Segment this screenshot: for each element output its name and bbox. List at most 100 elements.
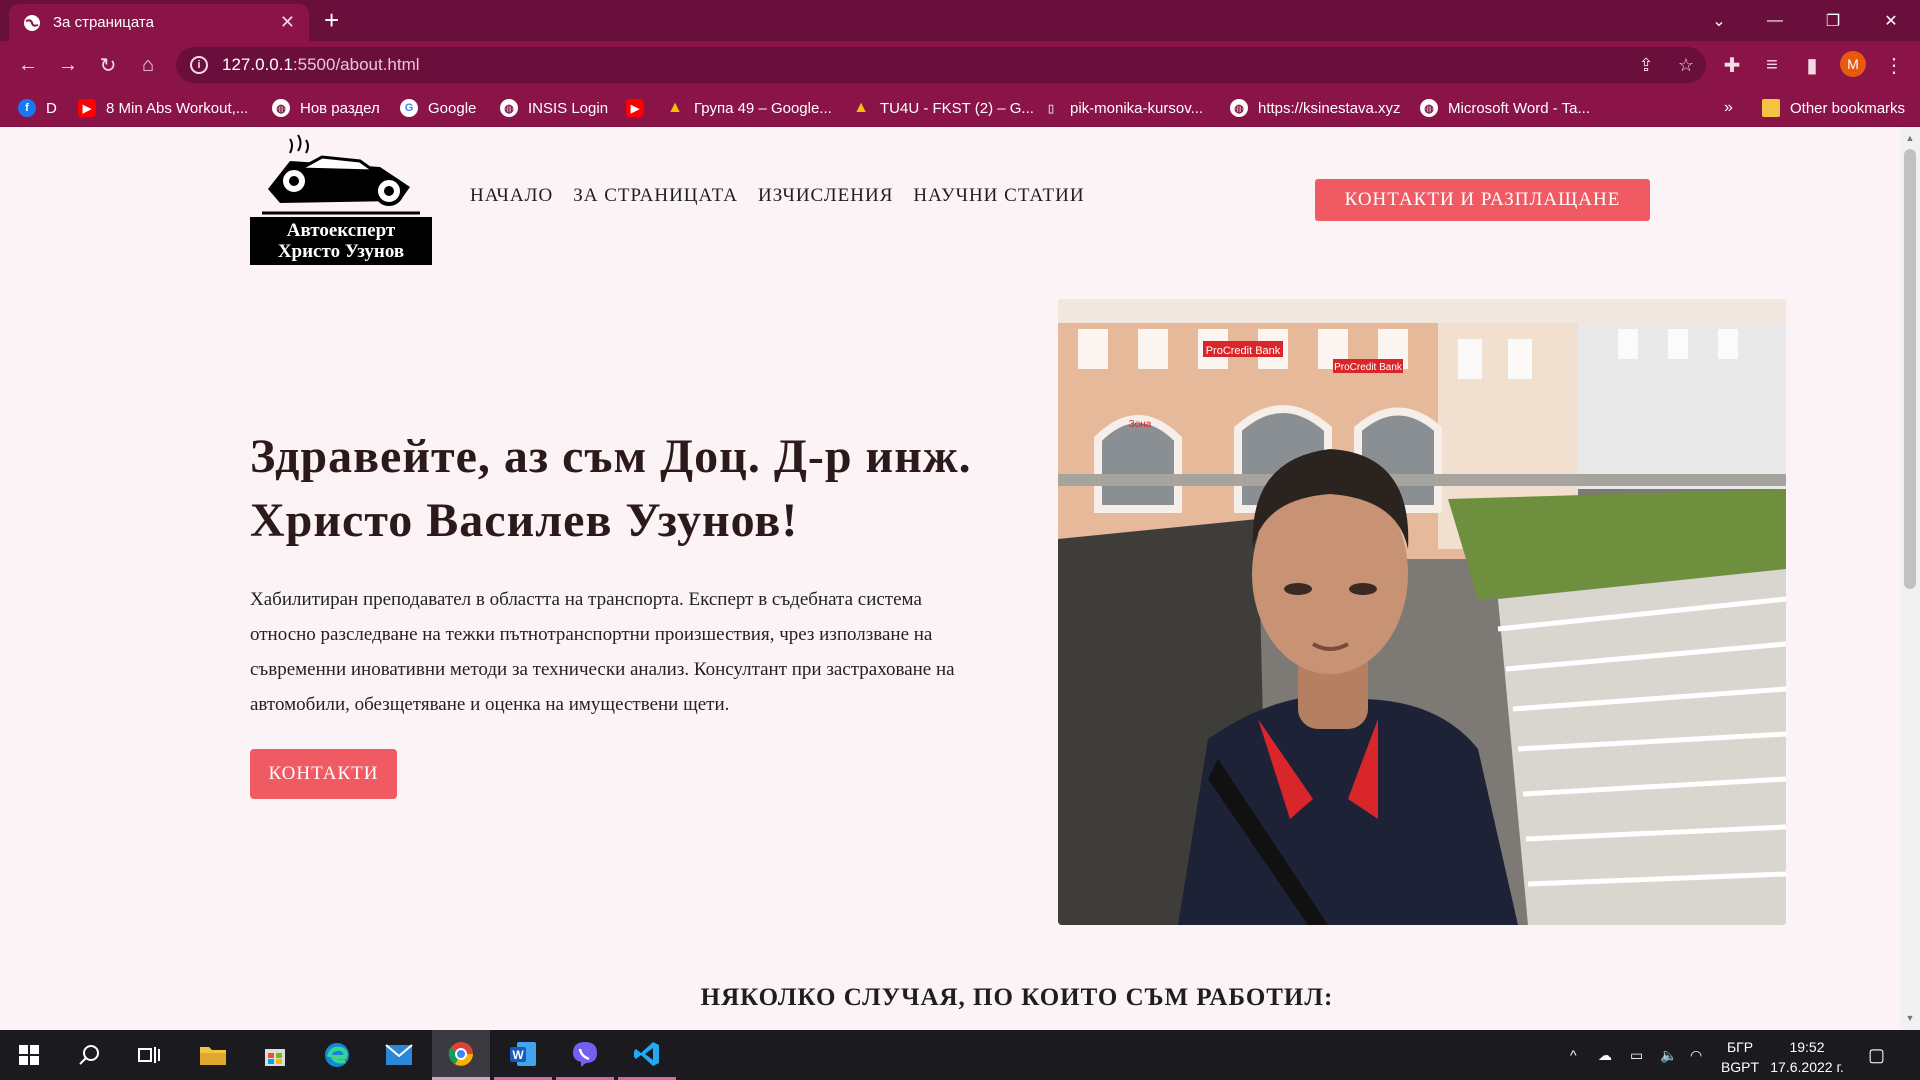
scrollbar-thumb[interactable] [1904, 149, 1916, 589]
back-button[interactable]: ← [14, 51, 42, 79]
viber-button[interactable] [556, 1030, 614, 1080]
other-bookmarks-folder[interactable]: Other bookmarks [1762, 97, 1905, 119]
nav-link-home[interactable]: НАЧАЛО [470, 185, 553, 207]
chrome-button[interactable] [432, 1030, 490, 1080]
bookmark-item[interactable]: ◍ INSIS Login [500, 97, 608, 119]
minimize-button[interactable]: — [1750, 0, 1800, 41]
bookmark-item[interactable]: ▶ 8 Min Abs Workout,... [78, 97, 248, 119]
media-control-icon[interactable]: ≡ [1758, 51, 1786, 79]
browser-tab-active[interactable]: За страницата ✕ [9, 4, 309, 41]
youtube-icon: ▶ [626, 99, 644, 117]
file-explorer-button[interactable] [184, 1030, 242, 1080]
url-path: :5500/about.html [292, 55, 420, 74]
nav-link-articles[interactable]: НАУЧНИ СТАТИИ [913, 185, 1084, 207]
volume-icon[interactable]: 🔈 [1660, 1030, 1677, 1080]
hero-title: Здравейте, аз съм Доц. Д-р инж. Христо В… [250, 430, 972, 547]
share-icon[interactable]: ⇪ [1634, 53, 1658, 77]
browser-menu-icon[interactable]: ⋮ [1880, 51, 1908, 79]
search-button[interactable] [60, 1030, 118, 1080]
word-button[interactable]: W [494, 1030, 552, 1080]
folder-icon [1762, 99, 1780, 117]
scroll-up-icon[interactable]: ▲ [1905, 133, 1915, 143]
google-drive-icon: ▲ [853, 99, 869, 116]
system-clock[interactable]: 19:52 17.6.2022 г. [1762, 1037, 1852, 1077]
main-nav: НАЧАЛО ЗА СТРАНИЦАТА ИЗЧИСЛЕНИЯ НАУЧНИ С… [470, 185, 1085, 207]
bookmark-item[interactable]: ▶ [626, 97, 654, 119]
notification-icon[interactable]: ▢ [1868, 1030, 1885, 1080]
onedrive-icon[interactable]: ☁ [1598, 1030, 1612, 1080]
vscode-icon [634, 1041, 659, 1066]
tab-close-icon[interactable]: ✕ [280, 12, 295, 33]
site-info-icon[interactable]: i [190, 56, 208, 74]
store-icon [265, 1049, 285, 1066]
page-scrollbar[interactable]: ▲ ▼ [1900, 127, 1920, 1030]
show-hidden-icons-button[interactable]: ^ [1570, 1030, 1577, 1080]
facebook-icon: f [18, 99, 36, 117]
cases-section-title: НЯКОЛКО СЛУЧАЯ, ПО КОИТО СЪМ РАБОТИЛ: [700, 984, 1334, 1011]
contacts-button[interactable]: КОНТАКТИ [250, 749, 397, 799]
task-view-icon [138, 1047, 160, 1063]
bookmark-item[interactable]: G Google [400, 97, 476, 119]
bookmark-item[interactable]: ▯ pik-monika-kursov... [1042, 97, 1203, 119]
bookmark-item[interactable]: ▲ TU4U - FKST (2) – G... [852, 97, 1034, 119]
battery-icon[interactable]: ▭ [1630, 1030, 1643, 1080]
site-logo[interactable]: Автоексперт Христо Узунов [250, 131, 432, 265]
nav-link-calculations[interactable]: ИЗЧИСЛЕНИЯ [758, 185, 893, 207]
close-window-button[interactable]: ✕ [1866, 0, 1916, 41]
home-button[interactable]: ⌂ [134, 51, 162, 79]
tab-title: За страницата [53, 14, 154, 31]
bookmark-item[interactable]: ◍ Нов раздел [272, 97, 380, 119]
side-panel-icon[interactable]: ▮ [1798, 51, 1826, 79]
start-button[interactable] [0, 1030, 58, 1080]
globe-icon: ◍ [1230, 99, 1248, 117]
vscode-button[interactable] [618, 1030, 676, 1080]
profile-avatar[interactable]: M [1840, 51, 1866, 77]
mail-icon [385, 1044, 413, 1065]
bookmark-item[interactable]: ▲ Група 49 – Google... [666, 97, 832, 119]
viber-icon [573, 1041, 597, 1067]
browser-toolbar: ← → ↻ ⌂ i 127.0.0.1:5500/about.html ⇪ ☆ … [0, 41, 1920, 89]
search-icon [79, 1045, 99, 1065]
hero-description: Хабилитиран преподавател в областта на т… [250, 589, 955, 715]
bookmark-item[interactable]: ◍ https://ksinestava.xyz [1230, 97, 1401, 119]
nav-link-about[interactable]: ЗА СТРАНИЦАТА [573, 185, 738, 207]
store-button[interactable] [246, 1030, 304, 1080]
portrait-photo: ProCredit Bank ProCredit Bank Зона [1058, 299, 1786, 925]
windows-logo-icon [19, 1045, 39, 1065]
more-bookmarks-button[interactable]: » [1724, 97, 1733, 119]
clock-time: 19:52 [1789, 1039, 1825, 1055]
extensions-icon[interactable]: ✚ [1718, 51, 1746, 79]
photo-sign-text: Зона [1129, 419, 1152, 430]
restore-button[interactable]: ❐ [1808, 0, 1858, 41]
tab-search-icon[interactable]: ⌄ [1694, 0, 1744, 41]
word-icon: W [510, 1041, 536, 1066]
logo-text: Автоексперт Христо Узунов [250, 217, 432, 265]
web-page: Автоексперт Христо Узунов НАЧАЛО ЗА СТРА… [0, 127, 1900, 1030]
bookmark-item[interactable]: ◍ Microsoft Word - Ta... [1420, 97, 1590, 119]
input-language-indicator[interactable]: БГР BGPT [1718, 1037, 1762, 1077]
bookmark-star-icon[interactable]: ☆ [1674, 53, 1698, 77]
edge-icon [325, 1043, 349, 1067]
folder-icon [200, 1047, 226, 1065]
edge-button[interactable] [308, 1030, 366, 1080]
contacts-payment-button[interactable]: КОНТАКТИ И РАЗПЛАЩАНЕ [1315, 179, 1650, 221]
task-view-button[interactable] [120, 1030, 178, 1080]
globe-icon: ◍ [500, 99, 518, 117]
photo-sign-text: ProCredit Bank [1334, 362, 1403, 373]
network-icon[interactable]: ◠ [1690, 1030, 1702, 1080]
new-tab-button[interactable]: + [324, 6, 339, 34]
scroll-down-icon[interactable]: ▼ [1905, 1013, 1915, 1023]
forward-button[interactable]: → [54, 51, 82, 79]
bookmark-item[interactable]: fD [18, 97, 57, 119]
bookmarks-bar: fD ▶ 8 Min Abs Workout,... ◍ Нов раздел GG… [0, 89, 1920, 127]
url-host: 127.0.0.1 [222, 55, 293, 74]
google-drive-icon: ▲ [667, 99, 683, 116]
reload-button[interactable]: ↻ [94, 51, 122, 79]
globe-icon [24, 14, 40, 31]
address-bar[interactable]: i 127.0.0.1:5500/about.html ⇪ ☆ [176, 47, 1706, 83]
svg-text:W: W [512, 1048, 524, 1062]
mail-button[interactable] [370, 1030, 428, 1080]
browser-tab-strip: За страницата ✕ + ⌄ — ❐ ✕ [0, 0, 1920, 41]
clock-date: 17.6.2022 г. [1770, 1059, 1844, 1075]
photo-sign-text: ProCredit Bank [1206, 345, 1281, 357]
